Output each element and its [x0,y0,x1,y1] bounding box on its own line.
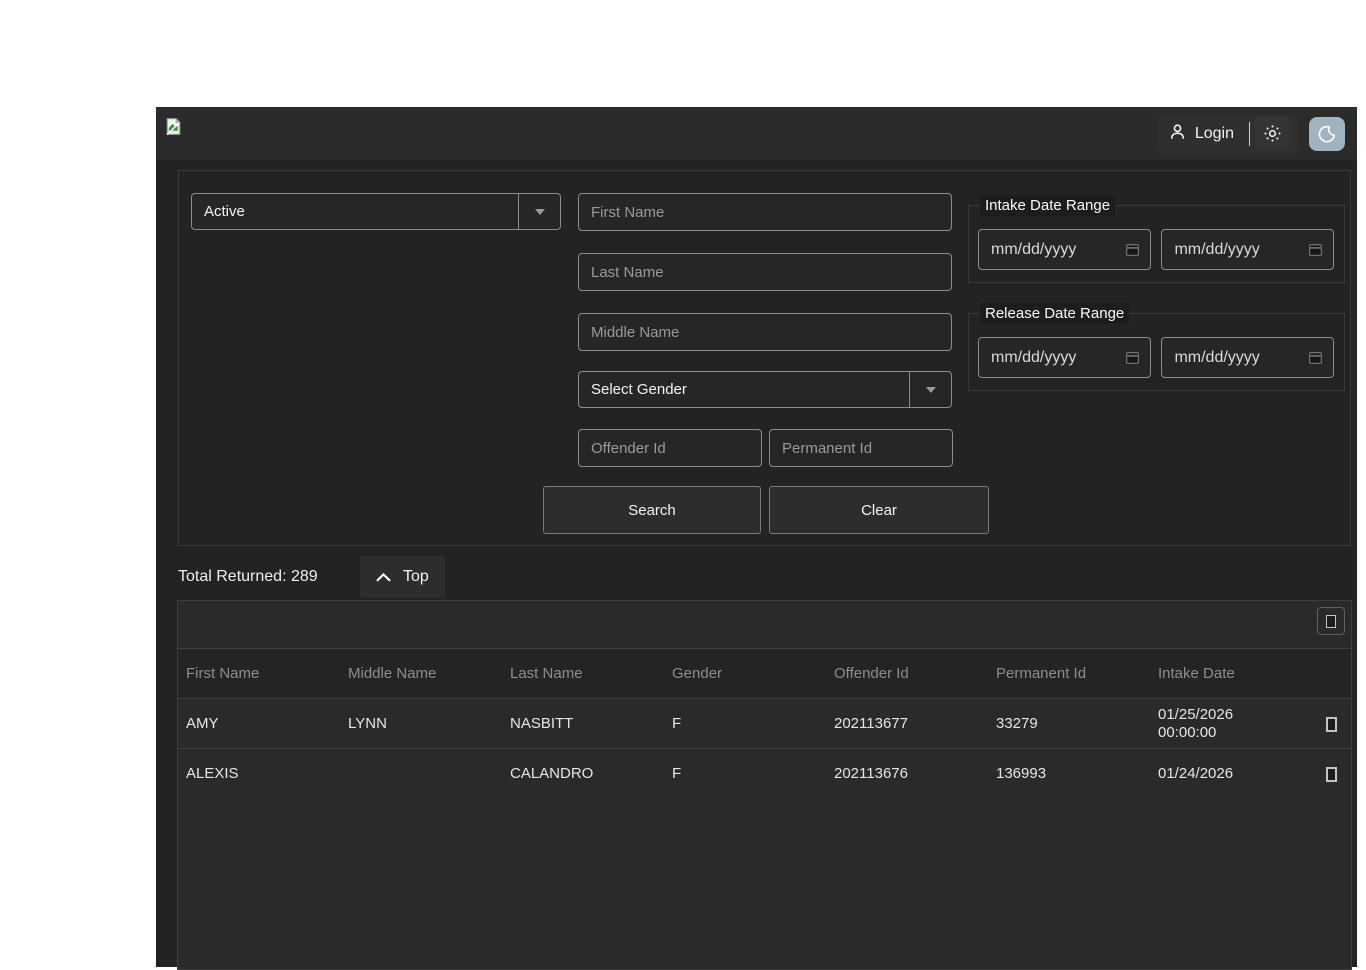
chevron-down-icon [925,386,936,393]
missing-glyph-icon [1326,716,1337,732]
table-row[interactable]: AMY LYNN NASBITT F 202113677 33279 01/25… [178,698,1351,749]
light-theme-button[interactable] [1255,116,1289,151]
col-offender-id[interactable]: Offender Id [826,648,988,699]
status-select[interactable]: Active [191,193,561,230]
release-date-range-group: Release Date Range mm/dd/yyyy mm/dd/yyyy [968,303,1345,391]
middle-name-input[interactable] [578,313,952,351]
status-select-value: Active [204,203,245,220]
calendar-icon[interactable] [1125,350,1140,365]
release-date-to-input[interactable]: mm/dd/yyyy [1161,337,1335,378]
clear-button[interactable]: Clear [769,486,989,534]
col-intake-date[interactable]: Intake Date [1150,648,1312,699]
cell-offender-id: 202113677 [826,698,988,749]
total-returned-label: Total Returned: 289 [178,568,318,585]
row-action[interactable] [1312,698,1351,749]
cell-first-name: ALEXIS [178,748,340,799]
cell-gender: F [664,698,826,749]
app-header: Login [156,107,1357,160]
header-actions: Login [1156,114,1349,153]
col-last-name[interactable]: Last Name [502,648,664,699]
table-row[interactable]: ALEXIS CALANDRO F 202113676 136993 01/24… [178,748,1351,799]
missing-glyph-icon [1326,766,1337,782]
last-name-input[interactable] [578,253,952,291]
row-action[interactable] [1312,748,1351,799]
cell-first-name: AMY [178,698,340,749]
calendar-icon[interactable] [1308,350,1323,365]
search-panel: Active Select Gender Search Clear Intake… [178,170,1351,546]
scroll-top-button[interactable]: Top [360,556,445,598]
calendar-icon[interactable] [1308,242,1323,257]
dark-theme-button[interactable] [1309,116,1345,151]
scroll-top-label: Top [403,568,429,585]
col-permanent-id[interactable]: Permanent Id [988,648,1150,699]
col-first-name[interactable]: First Name [178,648,340,699]
cell-permanent-id: 33279 [988,698,1150,749]
permanent-id-input[interactable] [769,429,953,467]
gender-select[interactable]: Select Gender [578,371,952,408]
calendar-icon[interactable] [1125,242,1140,257]
missing-glyph-icon [1326,614,1336,628]
chevron-up-icon [376,573,391,582]
intake-date-to-input[interactable]: mm/dd/yyyy [1161,229,1335,270]
results-table-card: First Name Middle Name Last Name Gender … [177,600,1352,970]
table-toolbar [178,601,1351,648]
cell-gender: F [664,748,826,799]
moon-icon [1318,125,1336,143]
status-select-caret-zone[interactable] [518,194,560,229]
person-icon [1169,123,1186,145]
cell-intake-date: 01/24/2026 [1150,748,1312,799]
app-window: Login Active First Name Last Name Middle… [156,107,1357,970]
sun-icon [1263,125,1281,142]
results-table: First Name Middle Name Last Name Gender … [178,648,1351,799]
cell-last-name: NASBITT [502,698,664,749]
cell-offender-id: 202113676 [826,748,988,799]
cell-intake-date: 01/25/2026 00:00:00 [1150,698,1312,749]
col-middle-name[interactable]: Middle Name [340,648,502,699]
login-button[interactable]: Login [1156,114,1299,153]
results-bar: Total Returned: 289 Top [178,556,1328,598]
cell-middle-name [340,748,502,799]
cell-middle-name: LYNN [340,698,502,749]
col-gender[interactable]: Gender [664,648,826,699]
broken-image-icon [164,117,184,137]
login-label: Login [1194,124,1234,142]
gender-select-caret-zone[interactable] [909,372,951,407]
table-header-row: First Name Middle Name Last Name Gender … [178,648,1351,699]
cell-last-name: CALANDRO [502,748,664,799]
intake-date-range-label: Intake Date Range [980,195,1116,216]
offender-id-input[interactable] [578,429,762,467]
gender-select-value: Select Gender [591,381,687,398]
release-date-range-label: Release Date Range [980,303,1130,324]
search-button[interactable]: Search [543,486,761,534]
chevron-down-icon [534,208,545,215]
table-options-button[interactable] [1317,607,1345,635]
intake-date-from-input[interactable]: mm/dd/yyyy [978,229,1151,270]
release-date-from-input[interactable]: mm/dd/yyyy [978,337,1151,378]
header-divider [1249,121,1250,146]
cell-permanent-id: 136993 [988,748,1150,799]
col-actions [1312,648,1351,699]
intake-date-range-group: Intake Date Range mm/dd/yyyy mm/dd/yyyy [968,195,1345,283]
first-name-input[interactable] [578,193,952,231]
